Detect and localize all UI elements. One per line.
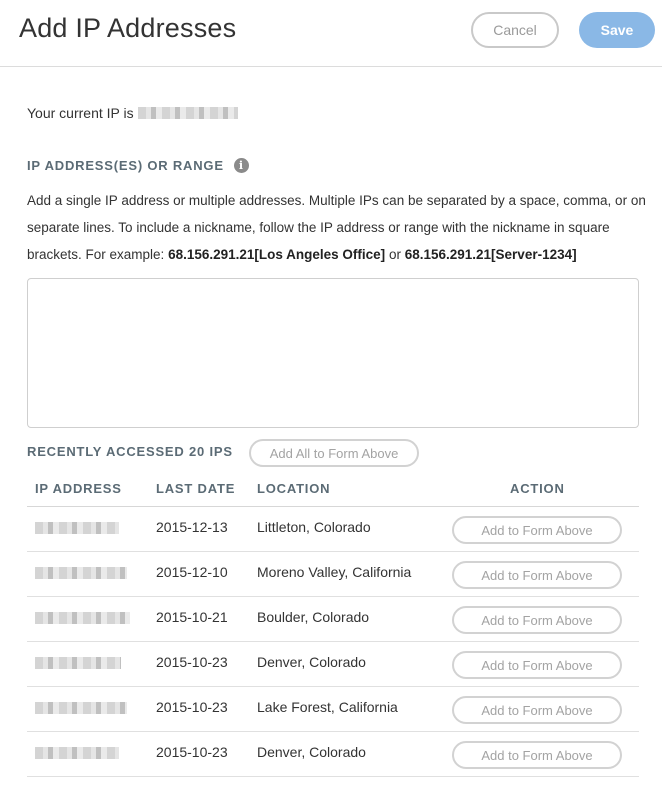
ip-section-heading: IP ADDRESS(ES) OR RANGE i (27, 158, 249, 173)
recent-ips-heading: RECENTLY ACCESSED 20 IPS (27, 444, 233, 459)
table-row: 2015-12-10 Moreno Valley, California Add… (27, 552, 639, 597)
ip-input-textarea[interactable] (27, 278, 639, 428)
location: Denver, Colorado (257, 744, 366, 760)
table-row: 2015-12-13 Littleton, Colorado Add to Fo… (27, 507, 639, 552)
add-all-to-form-button[interactable]: Add All to Form Above (249, 439, 419, 467)
example-2-nickname: [Server-1234] (491, 247, 577, 262)
last-date: 2015-10-23 (156, 744, 228, 760)
last-date: 2015-10-23 (156, 654, 228, 670)
table-row: 2015-10-23 Denver, Colorado Add to Form … (27, 732, 639, 777)
ip-address-redacted (35, 747, 119, 759)
current-ip-label: Your current IP is (27, 105, 134, 121)
table-header: IP ADDRESS LAST DATE LOCATION ACTION (27, 470, 639, 507)
column-header-date: LAST DATE (156, 481, 236, 496)
last-date: 2015-12-10 (156, 564, 228, 580)
dialog-header: Add IP Addresses Cancel Save (0, 0, 662, 67)
column-header-action: ACTION (510, 481, 565, 496)
example-2-ip: 68.156.291.21 (404, 247, 492, 262)
ip-address-redacted (35, 522, 119, 534)
column-header-ip: IP ADDRESS (35, 481, 122, 496)
last-date: 2015-12-13 (156, 519, 228, 535)
column-header-location: LOCATION (257, 481, 331, 496)
example-1-ip: 68.156.291.21 (168, 247, 255, 262)
recent-ips-table: IP ADDRESS LAST DATE LOCATION ACTION 201… (27, 470, 639, 777)
table-row: 2015-10-23 Lake Forest, California Add t… (27, 687, 639, 732)
current-ip-value-redacted (137, 107, 238, 119)
example-1-nickname: [Los Angeles Office] (254, 247, 386, 262)
add-to-form-button[interactable]: Add to Form Above (452, 696, 622, 724)
ip-address-redacted (35, 657, 121, 669)
add-to-form-button[interactable]: Add to Form Above (452, 561, 622, 589)
table-row: 2015-10-23 Denver, Colorado Add to Form … (27, 642, 639, 687)
location: Lake Forest, California (257, 699, 398, 715)
last-date: 2015-10-23 (156, 699, 228, 715)
location: Boulder, Colorado (257, 609, 370, 625)
save-button[interactable]: Save (579, 12, 655, 48)
add-to-form-button[interactable]: Add to Form Above (452, 516, 622, 544)
instructions-or: or (385, 247, 405, 262)
info-icon[interactable]: i (233, 158, 249, 173)
add-to-form-button[interactable]: Add to Form Above (452, 651, 622, 679)
ip-section-label: IP ADDRESS(ES) OR RANGE (27, 158, 224, 173)
location: Denver, Colorado (257, 654, 366, 670)
ip-address-redacted (35, 702, 127, 714)
add-to-form-button[interactable]: Add to Form Above (452, 741, 622, 769)
last-date: 2015-10-21 (156, 609, 228, 625)
current-ip-line: Your current IP is (27, 105, 238, 121)
cancel-button[interactable]: Cancel (471, 12, 559, 48)
page-title: Add IP Addresses (19, 13, 237, 43)
location: Moreno Valley, California (257, 564, 412, 580)
add-to-form-button[interactable]: Add to Form Above (452, 606, 622, 634)
location: Littleton, Colorado (257, 519, 371, 535)
ip-instructions: Add a single IP address or multiple addr… (27, 187, 647, 268)
ip-address-redacted (35, 612, 130, 624)
table-row: 2015-10-21 Boulder, Colorado Add to Form… (27, 597, 639, 642)
ip-address-redacted (35, 567, 127, 579)
